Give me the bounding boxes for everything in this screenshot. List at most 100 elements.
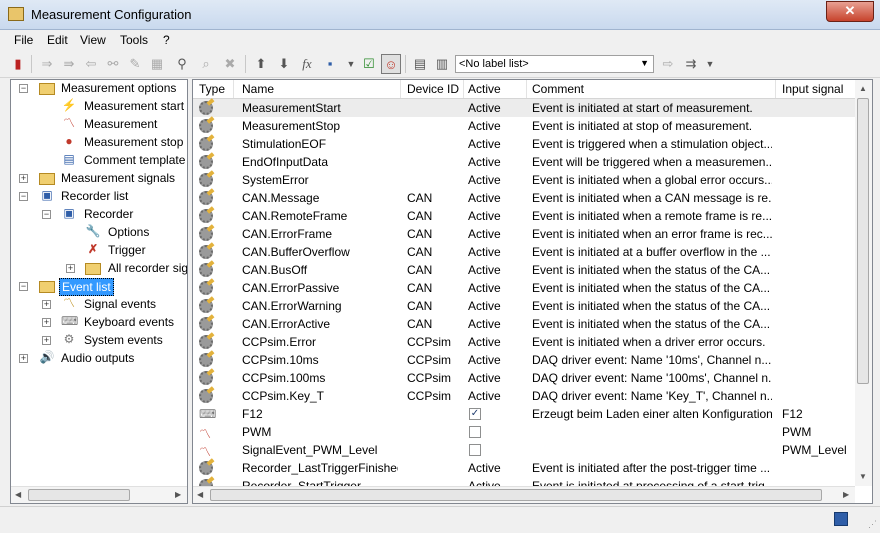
- column-divider[interactable]: [775, 80, 776, 98]
- resize-grip-icon[interactable]: ⋰: [868, 519, 877, 530]
- tree-item-keyboard-events[interactable]: + ⌨ Keyboard events: [11, 314, 187, 332]
- table-row[interactable]: CAN.RemoteFrame CAN Active Event is initiat…: [193, 207, 855, 225]
- tree-item-measurement-start[interactable]: ⚡ Measurement start: [11, 98, 187, 116]
- table-row[interactable]: ⌨ F12 ✓ Erzeugt beim Laden einer alten Konf…: [193, 405, 855, 423]
- expand-icon[interactable]: +: [42, 318, 51, 327]
- tree-item-comment-template[interactable]: ▤ Comment template: [11, 152, 187, 170]
- move-down-icon[interactable]: ⬇: [274, 54, 294, 74]
- tree-item-options[interactable]: 🔧 Options: [11, 224, 187, 242]
- collapse-icon[interactable]: −: [19, 84, 28, 93]
- activate-checkbox-icon[interactable]: ☑: [359, 54, 379, 74]
- export-icon[interactable]: ⇉: [681, 54, 701, 74]
- save-dropdown-icon[interactable]: ▼: [341, 54, 361, 74]
- assign-label-icon[interactable]: ⇨: [658, 54, 678, 74]
- table-horizontal-scrollbar[interactable]: ◀ ▶: [193, 486, 855, 503]
- table-row[interactable]: CAN.ErrorFrame CAN Active Event is initiate…: [193, 225, 855, 243]
- table-row[interactable]: CAN.ErrorActive CAN Active Event is initiat…: [193, 315, 855, 333]
- column-header-device-id[interactable]: Device ID: [407, 82, 459, 96]
- scroll-down-icon[interactable]: ▼: [859, 472, 867, 481]
- scroll-up-icon[interactable]: ▲: [859, 84, 867, 93]
- table-row[interactable]: SystemError Active Event is initiated when…: [193, 171, 855, 189]
- exit-icon[interactable]: ▮: [8, 54, 28, 74]
- tree-item-recorder-list[interactable]: − ▣ Recorder list: [11, 188, 187, 206]
- scrollbar-thumb[interactable]: [210, 489, 822, 501]
- column-divider[interactable]: [463, 80, 464, 98]
- column-header-name[interactable]: Name: [242, 82, 274, 96]
- delete-icon[interactable]: ✖: [220, 54, 240, 74]
- collapse-icon[interactable]: −: [19, 282, 28, 291]
- menu-file[interactable]: File: [14, 33, 33, 47]
- table-row[interactable]: EndOfInputData Active Event will be trigge…: [193, 153, 855, 171]
- table-row[interactable]: 〽 PWM PWM: [193, 423, 855, 441]
- table-row[interactable]: CCPsim.100ms CCPsim Active DAQ driver event…: [193, 369, 855, 387]
- table-row[interactable]: CCPsim.Key_T CCPsim Active DAQ driver event…: [193, 387, 855, 405]
- column-divider[interactable]: [233, 80, 234, 98]
- table-row[interactable]: Recorder_LastTriggerFinished Active Event …: [193, 459, 855, 477]
- table-row[interactable]: MeasurementStart Active Event is initiated…: [193, 99, 855, 117]
- scroll-right-icon[interactable]: ▶: [843, 490, 849, 499]
- menu-view[interactable]: View: [80, 33, 106, 47]
- expand-icon[interactable]: +: [19, 174, 28, 183]
- tree-item-trigger[interactable]: ✗ Trigger: [11, 242, 187, 260]
- table-row[interactable]: CAN.BusOff CAN Active Event is initiated wh…: [193, 261, 855, 279]
- tree-item-measurement[interactable]: 〽 Measurement: [11, 116, 187, 134]
- table-row[interactable]: 〽 SignalEvent_PWM_Level PWM_Level: [193, 441, 855, 459]
- network-icon[interactable]: ⚯: [103, 54, 123, 74]
- table-row[interactable]: CAN.ErrorWarning CAN Active Event is initia…: [193, 297, 855, 315]
- tree-item-event-list[interactable]: − Event list: [11, 278, 187, 296]
- active-checkbox[interactable]: [469, 444, 481, 456]
- table-row[interactable]: CCPsim.Error CCPsim Active Event is initiat…: [193, 333, 855, 351]
- move-up-icon[interactable]: ⬆: [251, 54, 271, 74]
- table-vertical-scrollbar[interactable]: ▲ ▼: [855, 80, 872, 486]
- binoculars-icon[interactable]: ⚲: [172, 54, 192, 74]
- column-header-type[interactable]: Type: [199, 82, 225, 96]
- close-button[interactable]: ✕: [826, 1, 874, 22]
- active-checkbox[interactable]: [469, 426, 481, 438]
- label-list-icon[interactable]: ▤: [410, 54, 430, 74]
- expand-icon[interactable]: +: [42, 300, 51, 309]
- table-row[interactable]: CAN.ErrorPassive CAN Active Event is initia…: [193, 279, 855, 297]
- table-icon[interactable]: ▦: [147, 54, 167, 74]
- label-list-select[interactable]: <No label list> ▼: [455, 55, 654, 73]
- search-icon[interactable]: ⌕: [196, 54, 216, 74]
- tree-item-audio-outputs[interactable]: + 🔊 Audio outputs: [11, 350, 187, 368]
- menu-help[interactable]: ?: [163, 33, 170, 47]
- table-row[interactable]: MeasurementStop Active Event is initiated …: [193, 117, 855, 135]
- insert-after-icon[interactable]: ⇛: [59, 54, 79, 74]
- label-list-edit-icon[interactable]: ▥: [432, 54, 452, 74]
- scrollbar-thumb[interactable]: [28, 489, 130, 501]
- event-filter-icon[interactable]: ☺: [381, 54, 401, 74]
- table-row[interactable]: CCPsim.10ms CCPsim Active DAQ driver event:…: [193, 351, 855, 369]
- tree-item-signal-events[interactable]: + 〽 Signal events: [11, 296, 187, 314]
- tree-horizontal-scrollbar[interactable]: ◀ ▶: [11, 486, 187, 503]
- scroll-right-icon[interactable]: ▶: [175, 490, 181, 499]
- save-icon[interactable]: ▪: [320, 54, 340, 74]
- expand-icon[interactable]: +: [19, 354, 28, 363]
- tree-item-system-events[interactable]: + ⚙ System events: [11, 332, 187, 350]
- column-divider[interactable]: [400, 80, 401, 98]
- expand-icon[interactable]: +: [42, 336, 51, 345]
- expand-icon[interactable]: +: [66, 264, 75, 273]
- save-status-icon[interactable]: [834, 512, 848, 526]
- column-header-active[interactable]: Active: [468, 82, 501, 96]
- export-dropdown-icon[interactable]: ▼: [700, 54, 720, 74]
- tree-item-measurement-options[interactable]: − Measurement options: [11, 80, 187, 98]
- insert-icon[interactable]: ⇒: [37, 54, 57, 74]
- tree-item-measurement-signals[interactable]: + Measurement signals: [11, 170, 187, 188]
- tree-item-measurement-stop[interactable]: ● Measurement stop: [11, 134, 187, 152]
- table-row[interactable]: StimulationEOF Active Event is triggered w…: [193, 135, 855, 153]
- active-checkbox[interactable]: ✓: [469, 408, 481, 420]
- tree-item-all-recorder-signals[interactable]: + All recorder sig: [11, 260, 187, 278]
- menu-edit[interactable]: Edit: [47, 33, 68, 47]
- table-row[interactable]: CAN.BufferOverflow CAN Active Event is init…: [193, 243, 855, 261]
- edit-signal-icon[interactable]: ✎: [125, 54, 145, 74]
- move-icon[interactable]: ⇦: [81, 54, 101, 74]
- scrollbar-thumb[interactable]: [857, 98, 869, 384]
- menu-tools[interactable]: Tools: [120, 33, 148, 47]
- column-divider[interactable]: [526, 80, 527, 98]
- collapse-icon[interactable]: −: [42, 210, 51, 219]
- tree-item-recorder[interactable]: − ▣ Recorder: [11, 206, 187, 224]
- table-row[interactable]: CAN.Message CAN Active Event is initiated w…: [193, 189, 855, 207]
- scroll-left-icon[interactable]: ◀: [15, 490, 21, 499]
- scroll-left-icon[interactable]: ◀: [197, 490, 203, 499]
